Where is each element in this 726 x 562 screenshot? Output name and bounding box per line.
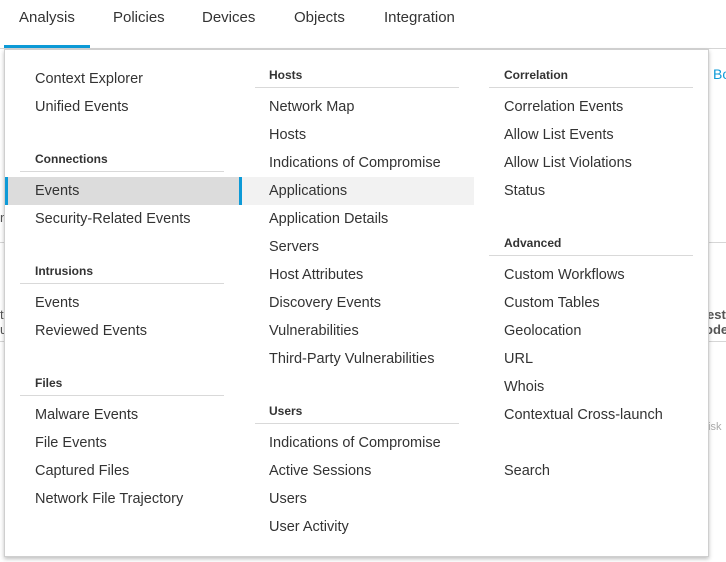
section-divider — [489, 87, 693, 88]
menu-item-correlation-events[interactable]: Correlation Events — [504, 93, 623, 121]
menu-item-network-map[interactable]: Network Map — [269, 93, 354, 121]
background-divider — [707, 341, 726, 342]
analysis-dropdown-menu: Context Explorer Unified Events Connecti… — [4, 49, 709, 557]
menu-item-search[interactable]: Search — [504, 457, 550, 485]
menu-item-malware-events[interactable]: Malware Events — [35, 401, 138, 429]
tab-integration[interactable]: Integration — [384, 0, 455, 48]
menu-item-host-indications-of-compromise[interactable]: Indications of Compromise — [269, 149, 441, 177]
menu-item-user-activity[interactable]: User Activity — [269, 513, 349, 541]
menu-item-unified-events[interactable]: Unified Events — [35, 93, 129, 121]
menu-item-applications[interactable]: Applications — [239, 177, 474, 205]
tab-devices[interactable]: Devices — [202, 0, 255, 48]
menu-item-intrusion-events[interactable]: Events — [35, 289, 79, 317]
tab-policies[interactable]: Policies — [113, 0, 165, 48]
hover-indicator — [239, 177, 242, 205]
section-divider — [255, 87, 459, 88]
menu-item-reviewed-events[interactable]: Reviewed Events — [35, 317, 147, 345]
menu-item-active-sessions[interactable]: Active Sessions — [269, 457, 371, 485]
menu-item-file-events[interactable]: File Events — [35, 429, 107, 457]
background-divider — [707, 242, 726, 243]
menu-item-contextual-cross-launch[interactable]: Contextual Cross-launch — [504, 401, 663, 429]
menu-item-captured-files[interactable]: Captured Files — [35, 457, 129, 485]
menu-item-application-details[interactable]: Application Details — [269, 205, 388, 233]
menu-item-url[interactable]: URL — [504, 345, 533, 373]
section-heading-advanced: Advanced — [504, 236, 562, 250]
top-navigation: Analysis Policies Devices Objects Integr… — [0, 0, 726, 49]
section-heading-correlation: Correlation — [504, 68, 569, 82]
menu-item-allow-list-violations[interactable]: Allow List Violations — [504, 149, 632, 177]
tab-analysis[interactable]: Analysis — [4, 0, 90, 48]
section-divider — [255, 423, 459, 424]
section-heading-files: Files — [35, 376, 63, 390]
menu-item-whois[interactable]: Whois — [504, 373, 544, 401]
menu-item-user-indications-of-compromise[interactable]: Indications of Compromise — [269, 429, 441, 457]
menu-item-network-file-trajectory[interactable]: Network File Trajectory — [35, 485, 183, 513]
background-text-fragment: isk — [708, 421, 722, 433]
section-heading-hosts: Hosts — [269, 68, 303, 82]
section-heading-connections: Connections — [35, 152, 108, 166]
menu-item-geolocation[interactable]: Geolocation — [504, 317, 581, 345]
menu-item-allow-list-events[interactable]: Allow List Events — [504, 121, 614, 149]
section-heading-intrusions: Intrusions — [35, 264, 94, 278]
menu-item-custom-tables[interactable]: Custom Tables — [504, 289, 600, 317]
selected-indicator — [5, 177, 8, 205]
menu-item-host-attributes[interactable]: Host Attributes — [269, 261, 363, 289]
tab-objects[interactable]: Objects — [294, 0, 345, 48]
menu-item-users[interactable]: Users — [269, 485, 307, 513]
menu-item-context-explorer[interactable]: Context Explorer — [35, 65, 143, 93]
menu-item-hosts[interactable]: Hosts — [269, 121, 306, 149]
menu-item-status[interactable]: Status — [504, 177, 545, 205]
section-heading-users: Users — [269, 404, 303, 418]
menu-item-connection-events[interactable]: Events — [5, 177, 239, 205]
background-link-fragment: Bo — [713, 66, 726, 82]
menu-item-third-party-vulnerabilities[interactable]: Third-Party Vulnerabilities — [269, 345, 434, 373]
section-divider — [489, 255, 693, 256]
menu-item-security-related-events[interactable]: Security-Related Events — [35, 205, 191, 233]
section-divider — [20, 283, 224, 284]
menu-item-vulnerabilities[interactable]: Vulnerabilities — [269, 317, 359, 345]
menu-item-discovery-events[interactable]: Discovery Events — [269, 289, 381, 317]
menu-item-custom-workflows[interactable]: Custom Workflows — [504, 261, 625, 289]
section-divider — [20, 395, 224, 396]
section-divider — [20, 171, 224, 172]
background-text-fragment: esti — [707, 307, 726, 322]
menu-item-servers[interactable]: Servers — [269, 233, 319, 261]
